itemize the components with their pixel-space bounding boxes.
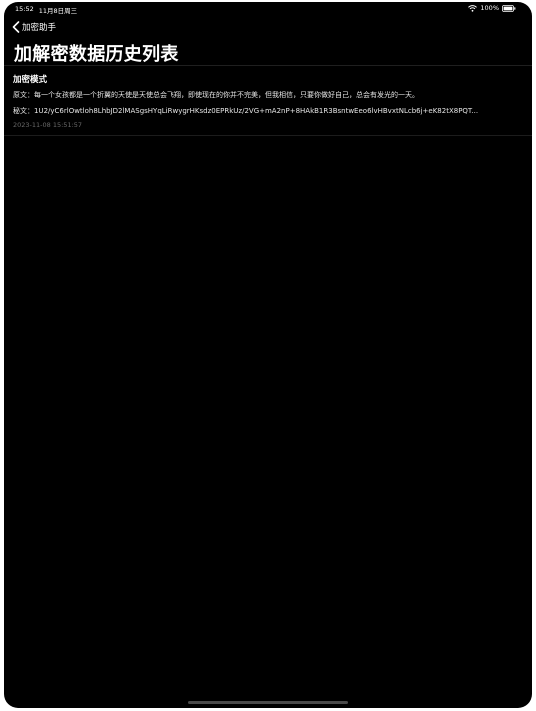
ciphertext-label: 秘文： (13, 107, 34, 115)
battery-percent: 100% (480, 4, 499, 12)
record-plaintext: 原文：每一个女孩都是一个折翼的天使是天使总会飞翔，即使现在的你并不完美，但我相信… (13, 90, 524, 100)
record-mode: 加密模式 (13, 75, 48, 85)
plaintext-label: 原文： (13, 91, 34, 99)
record-timestamp: 2023-11-08 15:51:57 (13, 121, 83, 129)
status-left: 15:52 11月8日周三 (15, 5, 77, 15)
status-date: 11月8日周三 (38, 7, 78, 15)
home-indicator[interactable] (188, 701, 348, 704)
app-screen: 15:52 11月8日周三 100% 加密助手 加解密数据历史列表 加密模式 原… (4, 2, 532, 708)
plaintext-value: 每一个女孩都是一个折翼的天使是天使总会飞翔，即使现在的你并不完美，但我相信，只要… (34, 91, 419, 99)
status-right: 100% (468, 4, 516, 12)
back-label: 加密助手 (22, 23, 57, 33)
divider (4, 135, 532, 136)
battery-icon (502, 4, 516, 12)
ciphertext-value: 1U2/yC6rlOwtloh8LhbJD2lMASgsHYqLiRwygrHK… (34, 107, 479, 115)
back-button[interactable]: 加密助手 (12, 21, 56, 33)
status-bar: 15:52 11月8日周三 100% (4, 2, 532, 16)
history-record[interactable]: 加密模式 原文：每一个女孩都是一个折翼的天使是天使总会飞翔，即使现在的你并不完美… (4, 66, 532, 134)
record-ciphertext: 秘文：1U2/yC6rlOwtloh8LhbJD2lMASgsHYqLiRwyg… (13, 106, 524, 116)
page-title: 加解密数据历史列表 (14, 44, 179, 65)
chevron-left-icon (12, 21, 20, 33)
wifi-icon (468, 4, 478, 12)
status-time: 15:52 (15, 5, 34, 13)
